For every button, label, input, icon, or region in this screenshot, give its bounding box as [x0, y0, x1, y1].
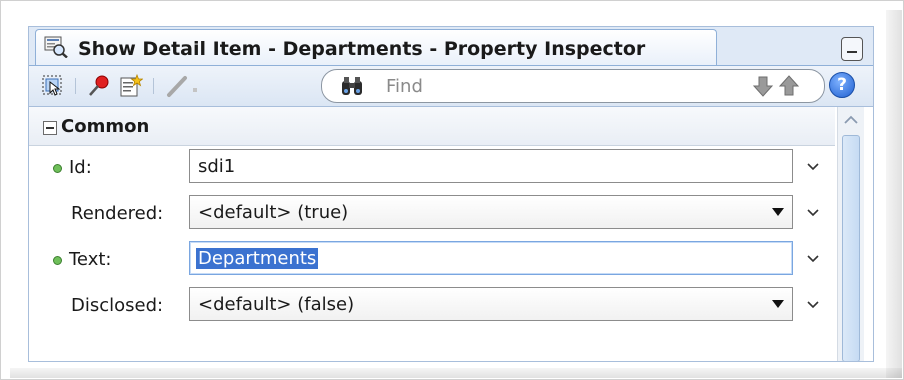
property-row-rendered: Rendered: <default> (true) — [29, 191, 835, 237]
section-header-common[interactable]: Common — [29, 107, 835, 146]
select-component-icon[interactable] — [41, 74, 65, 98]
pencil-disabled-icon[interactable] — [165, 74, 201, 98]
minimize-button[interactable] — [841, 37, 863, 61]
property-row-text: Text: Departments — [29, 237, 835, 283]
vertical-scrollbar[interactable] — [837, 107, 864, 361]
property-label: Id: — [69, 157, 92, 178]
id-field[interactable]: sdi1 — [189, 149, 793, 183]
toolbar-separator — [75, 78, 76, 94]
disclosed-value: <default> (false) — [198, 294, 355, 315]
scroll-up-icon[interactable] — [842, 113, 860, 127]
property-row-id: Id: sdi1 — [29, 145, 835, 191]
find-box — [321, 69, 825, 103]
toolbar: ? — [29, 65, 873, 106]
text-field[interactable]: Departments — [189, 241, 793, 275]
property-inspector-panel: Show Detail Item - Departments - Propert… — [28, 26, 874, 362]
find-previous-up-icon[interactable] — [778, 75, 800, 97]
find-input[interactable] — [386, 74, 686, 98]
dropdown-arrow-icon[interactable] — [772, 300, 784, 308]
chevron-down-icon[interactable] — [803, 251, 823, 267]
pin-icon[interactable] — [87, 74, 111, 98]
property-row-disclosed: Disclosed: <default> (false) — [29, 283, 835, 329]
find-next-down-icon[interactable] — [752, 75, 774, 97]
section-title: Common — [61, 116, 150, 137]
frame-shadow-bottom — [10, 368, 902, 378]
edit-properties-icon[interactable] — [119, 74, 143, 98]
disclosed-select[interactable]: <default> (false) — [189, 287, 793, 321]
text-field-selected-value: Departments — [196, 248, 319, 269]
binoculars-icon[interactable] — [340, 75, 364, 97]
property-label: Disclosed: — [71, 295, 164, 316]
required-marker-icon — [53, 164, 62, 173]
property-label: Rendered: — [71, 203, 164, 224]
rendered-select[interactable]: <default> (true) — [189, 195, 793, 229]
properties-content: Common Id: sdi1 Rendered: <default> (tru… — [29, 106, 873, 361]
toolbar-separator — [153, 78, 154, 94]
window-tab[interactable]: Show Detail Item - Departments - Propert… — [35, 29, 717, 66]
scrollbar-thumb[interactable] — [842, 135, 860, 361]
rendered-value: <default> (true) — [198, 202, 349, 223]
required-marker-icon — [53, 256, 62, 265]
chevron-down-icon[interactable] — [803, 159, 823, 175]
property-inspector-icon — [44, 36, 68, 58]
dropdown-arrow-icon[interactable] — [772, 208, 784, 216]
window-title: Show Detail Item - Departments - Propert… — [78, 38, 646, 60]
chevron-down-icon[interactable] — [803, 297, 823, 313]
help-button[interactable]: ? — [829, 72, 855, 98]
frame-shadow-right — [886, 10, 902, 378]
chevron-down-icon[interactable] — [803, 205, 823, 221]
property-label: Text: — [69, 249, 112, 270]
collapse-icon[interactable] — [43, 121, 57, 135]
